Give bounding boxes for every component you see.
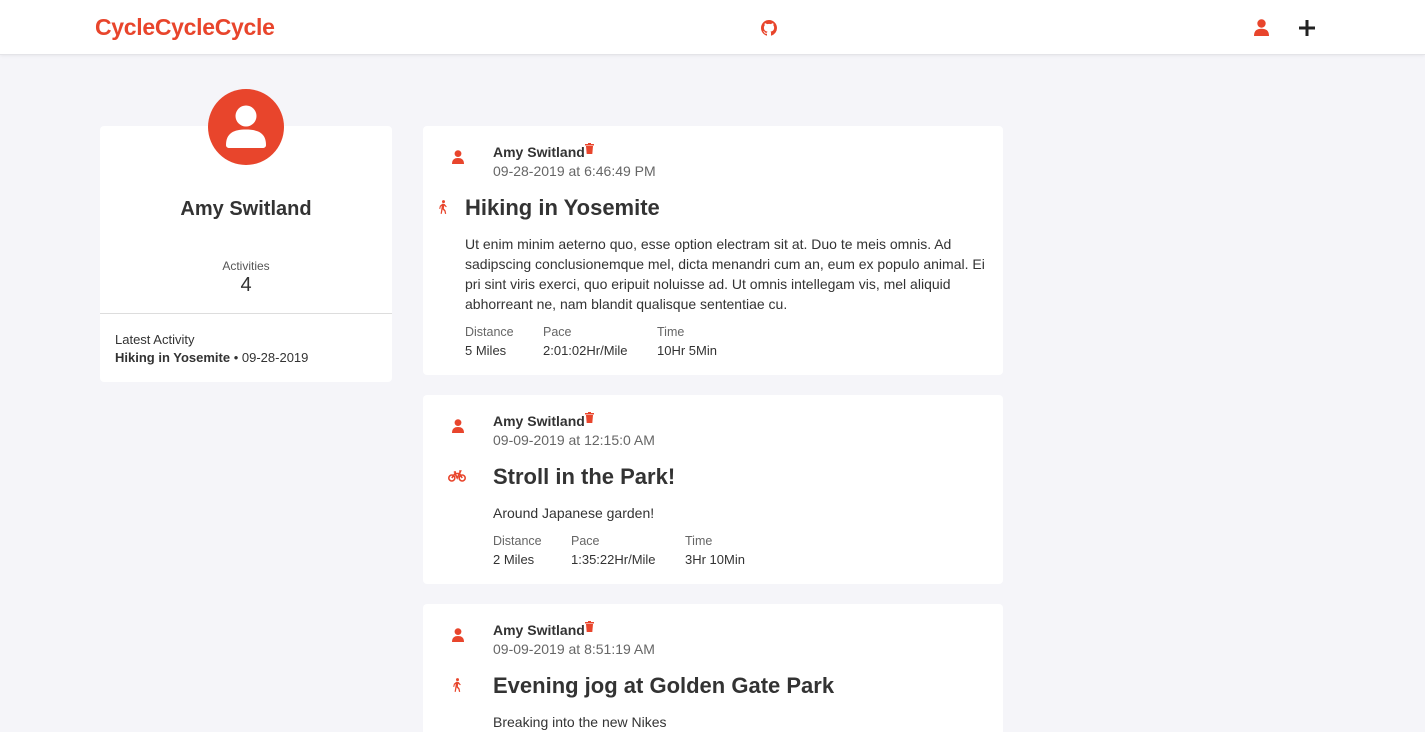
latest-activity-label: Latest Activity <box>115 332 195 347</box>
divider <box>100 313 392 314</box>
author-user-icon <box>452 419 464 433</box>
stat-distance: Distance 5 Miles <box>465 325 518 358</box>
stat-pace: Pace 2:01:02Hr/Mile <box>543 325 632 358</box>
plus-icon[interactable] <box>1299 20 1315 36</box>
activity-title[interactable]: Stroll in the Park! <box>493 464 675 490</box>
trash-icon[interactable] <box>584 621 594 632</box>
activity-date: 09-28-2019 at 6:46:49 PM <box>493 163 656 179</box>
stat-time: Time 10Hr 5Min <box>657 325 717 358</box>
stat-pace: Pace 1:35:22Hr/Mile <box>571 534 660 567</box>
avatar-user-icon <box>226 105 266 148</box>
activity-stats: Distance 2 Miles Pace 1:35:22Hr/Mile Tim… <box>493 534 770 567</box>
author-name[interactable]: Amy Switland <box>493 143 594 160</box>
activity-card: Amy Switland 09-28-2019 at 6:46:49 PM Hi… <box>423 126 1003 375</box>
stat-label: Distance <box>465 325 514 339</box>
stat-label: Time <box>685 534 713 548</box>
author-name-text: Amy Switland <box>493 144 585 160</box>
author-name[interactable]: Amy Switland <box>493 412 594 429</box>
activity-description: Around Japanese garden! <box>493 505 655 521</box>
stat-value: 5 Miles <box>465 343 507 358</box>
latest-activity-title[interactable]: Hiking in Yosemite <box>115 350 230 365</box>
author-name-text: Amy Switland <box>493 622 585 638</box>
stat-time: Time 3Hr 10Min <box>685 534 745 567</box>
stat-label: Distance <box>493 534 542 548</box>
activity-description: Breaking into the new Nikes <box>493 714 667 730</box>
author-name-text: Amy Switland <box>493 413 585 429</box>
github-icon[interactable] <box>761 20 777 36</box>
user-icon[interactable] <box>1254 19 1269 36</box>
activity-description: Ut enim minim aeterno quo, esse option e… <box>465 236 985 312</box>
trash-icon[interactable] <box>584 143 594 154</box>
walking-icon <box>439 200 447 214</box>
activity-card: Amy Switland 09-09-2019 at 12:15:0 AM St… <box>423 395 1003 584</box>
stat-distance: Distance 2 Miles <box>493 534 546 567</box>
latest-activity: Hiking in Yosemite • 09-28-2019 <box>115 350 308 365</box>
activity-title[interactable]: Evening jog at Golden Gate Park <box>493 673 834 699</box>
activities-label: Activities <box>222 259 270 273</box>
stat-label: Pace <box>543 325 572 339</box>
activity-card: Amy Switland 09-09-2019 at 8:51:19 AM Ev… <box>423 604 1003 732</box>
author-name[interactable]: Amy Switland <box>493 621 594 638</box>
activities-count: 4 <box>240 274 252 296</box>
stat-value: 2:01:02Hr/Mile <box>543 343 628 358</box>
walking-icon <box>453 678 461 692</box>
author-user-icon <box>452 628 464 642</box>
author-user-icon <box>452 150 464 164</box>
brand-logo-link[interactable]: CycleCycleCycle <box>95 14 275 41</box>
activity-date: 09-09-2019 at 8:51:19 AM <box>493 641 655 657</box>
trash-icon[interactable] <box>584 412 594 423</box>
stat-label: Time <box>657 325 685 339</box>
latest-activity-date: • 09-28-2019 <box>230 350 309 365</box>
activity-title[interactable]: Hiking in Yosemite <box>465 195 660 221</box>
bicycle-icon <box>448 470 466 482</box>
stat-value: 3Hr 10Min <box>685 552 745 567</box>
profile-name: Amy Switland <box>180 198 312 220</box>
stat-label: Pace <box>571 534 600 548</box>
activity-stats: Distance 5 Miles Pace 2:01:02Hr/Mile Tim… <box>465 325 742 358</box>
top-navbar: CycleCycleCycle <box>0 0 1425 55</box>
stat-value: 2 Miles <box>493 552 535 567</box>
avatar <box>208 89 284 165</box>
stat-value: 1:35:22Hr/Mile <box>571 552 656 567</box>
activity-date: 09-09-2019 at 12:15:0 AM <box>493 432 655 448</box>
stat-value: 10Hr 5Min <box>657 343 717 358</box>
